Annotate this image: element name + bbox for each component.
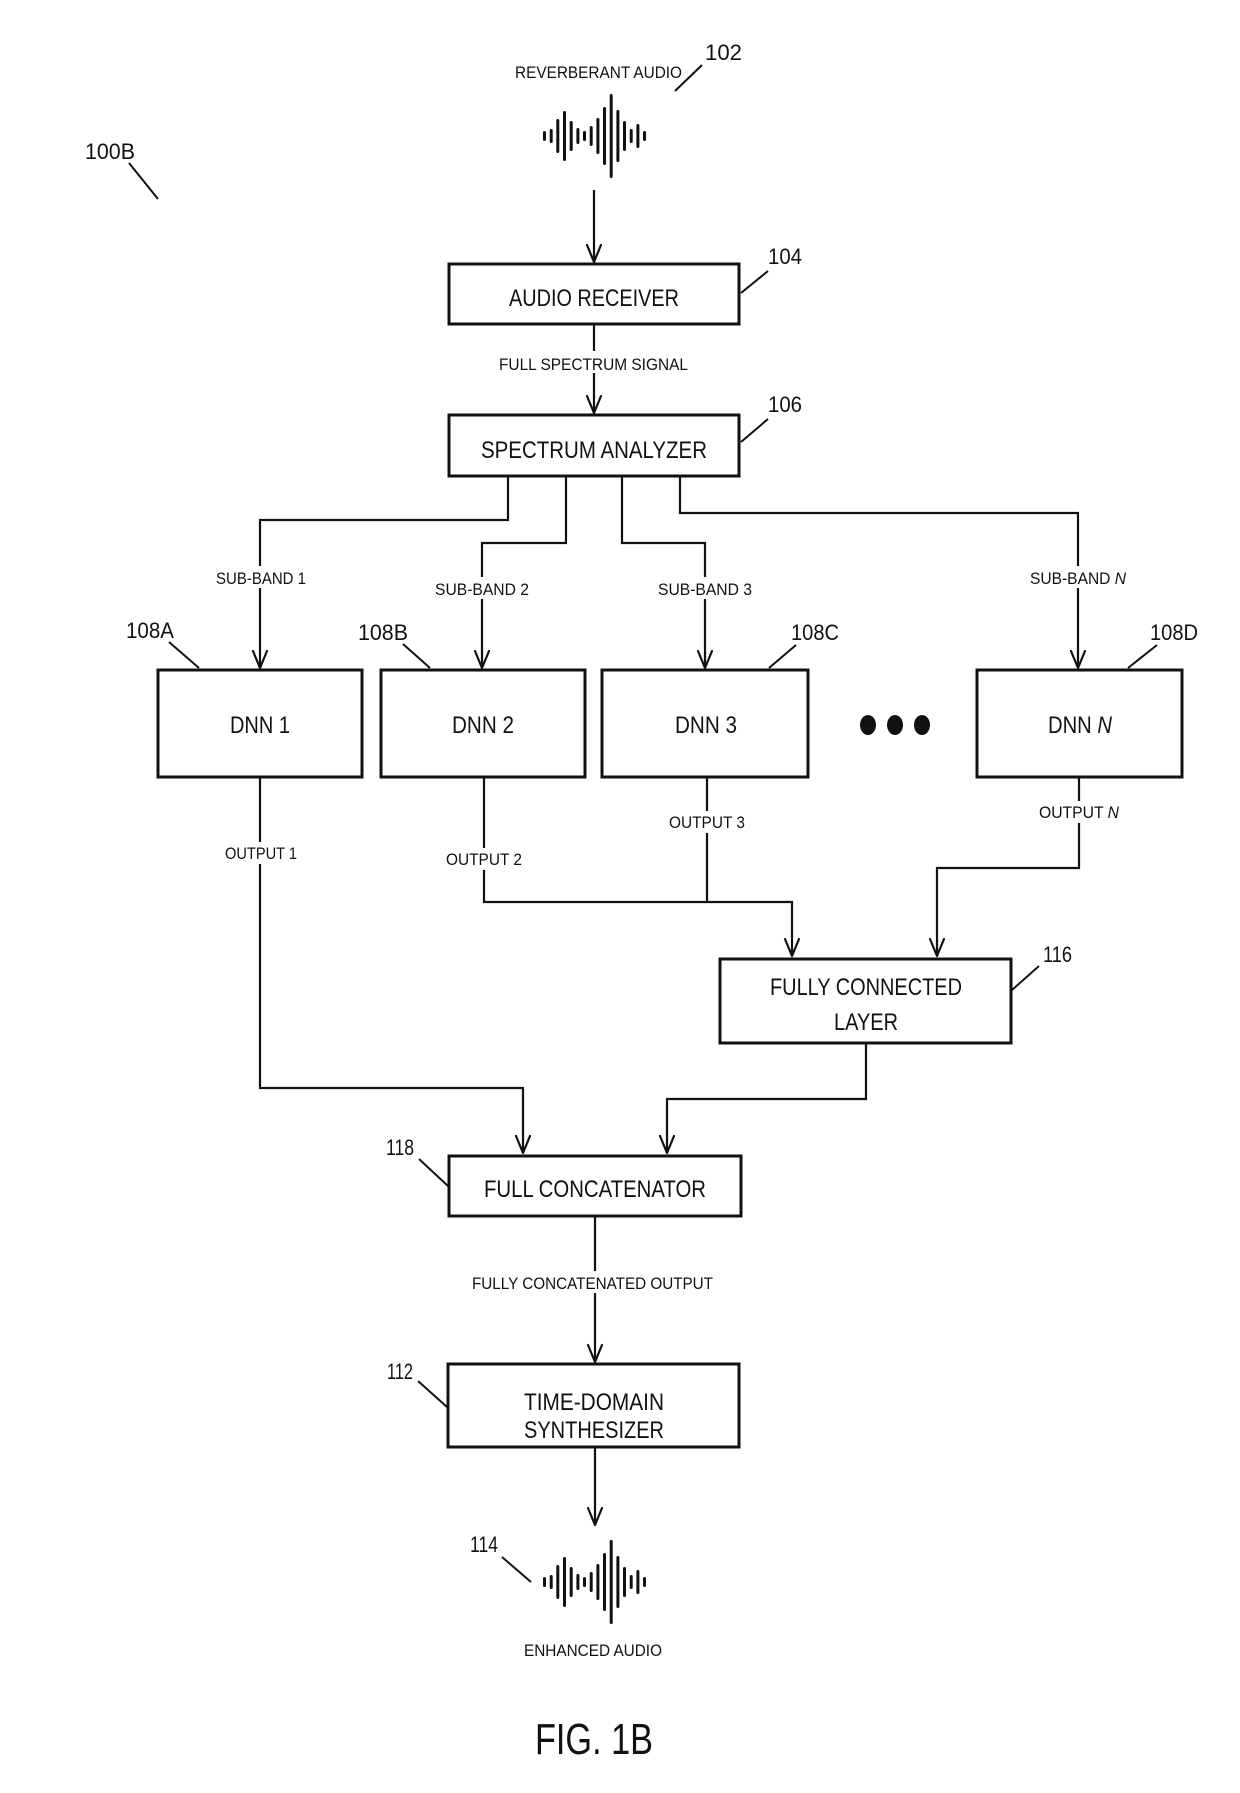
waveform-bar — [576, 128, 580, 144]
sub-band-n-label: SUB-BAND N — [1030, 569, 1127, 588]
waveform-bar — [576, 1574, 580, 1590]
waveform-bar — [636, 1570, 640, 1594]
ref-114: 114 — [470, 1532, 498, 1557]
figure-id-label: 100B — [85, 139, 135, 164]
leader-108b — [402, 643, 431, 669]
waveform-bar — [569, 1567, 573, 1597]
time-domain-synthesizer-block: TIME-DOMAIN SYNTHESIZER — [446, 1362, 741, 1449]
leader-108d — [1127, 644, 1158, 669]
leader-108c — [768, 644, 797, 669]
fully-connected-layer-label-line1: FULLY CONNECTED — [770, 974, 962, 1001]
waveform-bar — [596, 118, 600, 154]
ref-104: 104 — [768, 244, 802, 269]
leader-112 — [417, 1380, 448, 1408]
full-concatenator-block: FULL CONCATENATOR — [447, 1154, 743, 1218]
waveform-bar — [556, 119, 560, 153]
waveform-bar — [609, 1540, 613, 1624]
waveform-bar — [549, 129, 553, 143]
ref-116: 116 — [1043, 942, 1072, 967]
dnn-3-block: DNN 3 — [600, 668, 810, 779]
ref-102: 102 — [705, 40, 742, 65]
leader-108a — [168, 641, 200, 669]
figure-id-leader — [128, 162, 159, 200]
dnn-n-label: DNN N — [1048, 712, 1113, 739]
waveform-bar — [583, 1577, 586, 1587]
audio-receiver-block: AUDIO RECEIVER — [447, 262, 741, 326]
ref-108a: 108A — [126, 618, 174, 643]
figure-caption: FIG. 1B — [535, 1715, 653, 1764]
sub-band-3-label: SUB-BAND 3 — [658, 580, 752, 599]
edge-sub-band-3 — [620, 477, 707, 668]
waveform-bar — [596, 1564, 600, 1600]
enhanced-audio-waveform-icon — [543, 1540, 646, 1624]
time-domain-synthesizer-label-line2: SYNTHESIZER — [524, 1417, 664, 1444]
waveform-bar — [643, 1577, 646, 1587]
waveform-bar — [583, 131, 586, 141]
block-diagram: 100B REVERBERANT AUDIO 102 AUDIO RECEIVE… — [85, 40, 1198, 1764]
waveform-bar — [543, 131, 546, 141]
fully-concatenated-output-label: FULLY CONCATENATED OUTPUT — [472, 1274, 713, 1293]
waveform-bar — [623, 121, 626, 151]
output-2-label: OUTPUT 2 — [446, 850, 522, 869]
edge-fc-to-concatenator — [665, 1044, 868, 1153]
fully-connected-layer-block: FULLY CONNECTED LAYER — [718, 957, 1013, 1045]
waveform-bar — [609, 94, 613, 178]
waveform-bar — [603, 107, 606, 165]
waveform-bar — [556, 1565, 560, 1599]
waveform-bar — [636, 124, 640, 148]
time-domain-synthesizer-label-line1: TIME-DOMAIN — [524, 1389, 664, 1416]
dnn-1-label: DNN 1 — [230, 712, 290, 739]
dnn-2-block: DNN 2 — [379, 668, 587, 779]
waveform-bar — [549, 1575, 553, 1589]
edge-sub-band-2 — [480, 477, 568, 668]
waveform-bar — [589, 1572, 593, 1592]
waveform-bar — [569, 121, 573, 151]
ref-118: 118 — [386, 1135, 414, 1160]
more-dnns-ellipsis-icon — [860, 715, 930, 735]
ref-106: 106 — [768, 392, 802, 417]
ref-108d: 108D — [1150, 620, 1198, 645]
waveform-bar — [643, 131, 646, 141]
edge-sub-band-n — [678, 477, 1080, 668]
enhanced-audio-label: ENHANCED AUDIO — [524, 1641, 662, 1660]
full-concatenator-label: FULL CONCATENATOR — [484, 1176, 706, 1203]
dnn-2-label: DNN 2 — [452, 712, 514, 739]
reverberant-audio-label: REVERBERANT AUDIO — [515, 63, 682, 82]
waveform-bar — [589, 126, 593, 146]
waveform-bar — [563, 1557, 566, 1607]
waveform-bar — [623, 1567, 626, 1597]
output-3-label: OUTPUT 3 — [669, 813, 745, 832]
leader-106 — [740, 418, 769, 443]
leader-104 — [740, 270, 769, 294]
waveform-bar — [543, 1577, 546, 1587]
edge-output-3 — [705, 778, 794, 956]
spectrum-analyzer-block: SPECTRUM ANALYZER — [447, 413, 741, 478]
waveform-bar — [616, 110, 620, 162]
edge-output-2 — [482, 778, 707, 904]
reverberant-audio-waveform-icon — [543, 94, 646, 178]
waveform-bar — [603, 1553, 606, 1611]
audio-receiver-label: AUDIO RECEIVER — [509, 285, 679, 312]
waveform-bar — [629, 1575, 633, 1589]
waveform-bar — [616, 1556, 620, 1608]
fully-connected-layer-label-line2: LAYER — [834, 1009, 898, 1036]
sub-band-1-label: SUB-BAND 1 — [216, 569, 306, 588]
ref-108b: 108B — [358, 620, 408, 645]
leader-118 — [418, 1158, 449, 1187]
dnn-n-block: DNN N — [975, 668, 1184, 779]
dnn-1-block: DNN 1 — [156, 668, 364, 779]
full-spectrum-signal-label: FULL SPECTRUM SIGNAL — [499, 355, 688, 374]
spectrum-analyzer-label: SPECTRUM ANALYZER — [481, 437, 707, 464]
sub-band-2-label: SUB-BAND 2 — [435, 580, 529, 599]
leader-116 — [1011, 965, 1040, 991]
dnn-3-label: DNN 3 — [675, 712, 737, 739]
ref-112: 112 — [387, 1359, 413, 1384]
waveform-bar — [563, 111, 566, 161]
leader-114 — [501, 1556, 532, 1583]
output-1-label: OUTPUT 1 — [225, 844, 297, 863]
output-n-label: OUTPUT N — [1039, 803, 1120, 822]
waveform-bar — [629, 129, 633, 143]
ref-108c: 108C — [791, 620, 839, 645]
